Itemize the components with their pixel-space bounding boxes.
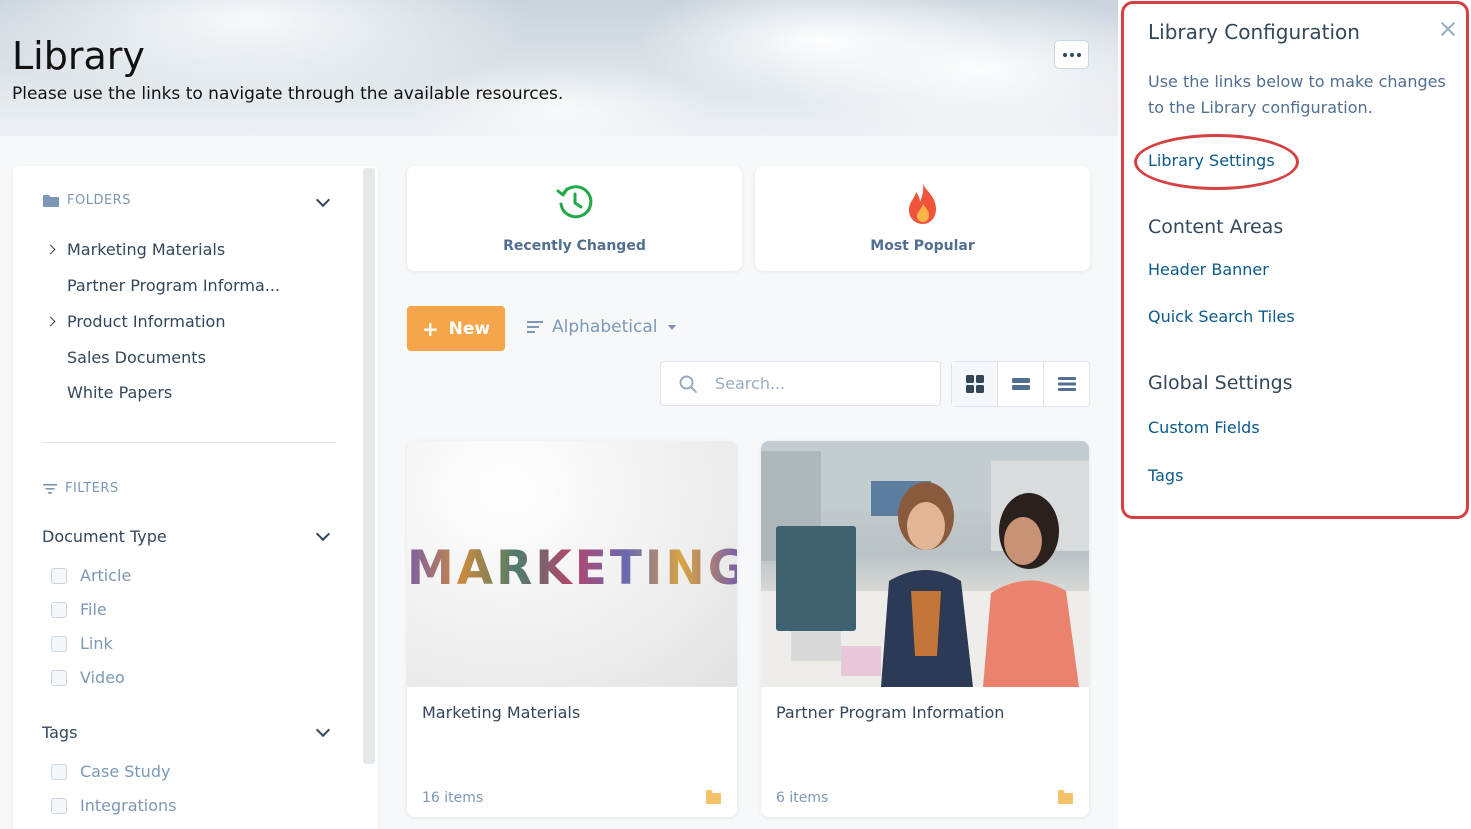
- folder-icon: [43, 194, 59, 207]
- tile-label: Most Popular: [870, 238, 975, 254]
- folder-item-white-papers[interactable]: White Papers: [67, 383, 172, 402]
- card-image-text: MARKETING: [407, 541, 737, 596]
- search-box[interactable]: [660, 361, 941, 406]
- search-icon: [679, 375, 697, 393]
- folders-heading-label: FOLDERS: [67, 193, 131, 208]
- filter-label: Integrations: [80, 796, 177, 815]
- folder-card-partner-program[interactable]: Partner Program Information 6 items: [761, 441, 1089, 817]
- sort-label: Alphabetical: [552, 317, 658, 337]
- library-settings-link[interactable]: Library Settings: [1148, 151, 1275, 170]
- chevron-down-icon[interactable]: [315, 526, 331, 542]
- checkbox[interactable]: [51, 567, 67, 584]
- filter-case-study[interactable]: Case Study: [51, 762, 170, 781]
- card-item-count: 16 items: [422, 790, 484, 806]
- checkbox[interactable]: [51, 797, 67, 814]
- chevron-right-icon[interactable]: [45, 316, 56, 327]
- filter-label: Case Study: [80, 762, 171, 781]
- card-title: Marketing Materials: [422, 703, 581, 722]
- filter-article[interactable]: Article: [51, 566, 131, 585]
- tags-heading[interactable]: Tags: [42, 723, 77, 742]
- sidebar-scrollbar[interactable]: [363, 168, 375, 764]
- filters-heading: FILTERS: [43, 481, 119, 496]
- more-dots-icon: [1076, 52, 1081, 57]
- history-clock-icon: [556, 185, 592, 219]
- caret-down-icon: [668, 324, 677, 330]
- filter-label: Video: [80, 668, 125, 687]
- checkbox[interactable]: [51, 669, 67, 686]
- card-title: Partner Program Information: [776, 703, 1005, 722]
- filter-label: File: [80, 600, 107, 619]
- new-button-label: New: [448, 318, 491, 339]
- filter-label: Link: [80, 634, 113, 653]
- chevron-down-icon[interactable]: [315, 722, 331, 738]
- tile-most-popular[interactable]: Most Popular: [755, 166, 1090, 271]
- sort-icon: [527, 321, 543, 333]
- folder-item-marketing-materials[interactable]: Marketing Materials: [67, 240, 225, 259]
- view-toggle-group: [951, 361, 1090, 407]
- sidebar: FOLDERS Marketing Materials Partner Prog…: [13, 166, 378, 829]
- custom-fields-link[interactable]: Custom Fields: [1148, 418, 1260, 437]
- more-options-button[interactable]: [1054, 40, 1089, 69]
- quick-search-tiles-link[interactable]: Quick Search Tiles: [1148, 307, 1295, 326]
- folder-item-partner-program[interactable]: Partner Program Informa...: [67, 276, 280, 295]
- page-subtitle: Please use the links to navigate through…: [12, 84, 564, 104]
- header-banner-link[interactable]: Header Banner: [1148, 260, 1269, 279]
- filter-icon: [43, 483, 57, 494]
- tile-recently-changed[interactable]: Recently Changed: [407, 166, 742, 271]
- folder-icon: [1058, 790, 1073, 804]
- flame-icon: [908, 184, 936, 224]
- checkbox[interactable]: [51, 763, 67, 780]
- filter-link[interactable]: Link: [51, 634, 113, 653]
- more-dots-icon: [1062, 52, 1067, 57]
- sort-dropdown[interactable]: Alphabetical: [527, 317, 677, 337]
- folder-item-product-information[interactable]: Product Information: [67, 312, 225, 331]
- folder-item-sales-documents[interactable]: Sales Documents: [67, 348, 206, 367]
- sidebar-divider: [42, 442, 336, 443]
- card-item-count: 6 items: [776, 790, 829, 806]
- new-button[interactable]: + New: [407, 306, 505, 351]
- config-panel-title: Library Configuration: [1148, 20, 1360, 44]
- filter-video[interactable]: Video: [51, 668, 125, 687]
- office-photo: [761, 441, 1089, 687]
- checkbox[interactable]: [51, 635, 67, 652]
- grid-view-button[interactable]: [952, 362, 998, 406]
- card-image: [761, 441, 1089, 687]
- list-view-icon: [1011, 378, 1030, 390]
- filters-heading-label: FILTERS: [65, 481, 119, 496]
- library-configuration-panel: Library Configuration Use the links belo…: [1121, 1, 1469, 519]
- chevron-right-icon[interactable]: [45, 244, 56, 255]
- compact-list-icon: [1057, 377, 1076, 391]
- folder-icon: [706, 790, 721, 804]
- plus-icon: +: [421, 316, 439, 341]
- close-icon[interactable]: [1439, 20, 1457, 38]
- list-view-button[interactable]: [998, 362, 1044, 406]
- content-areas-heading: Content Areas: [1148, 216, 1284, 238]
- tile-label: Recently Changed: [503, 238, 646, 254]
- checkbox[interactable]: [51, 601, 67, 618]
- config-panel-description: Use the links below to make changes to t…: [1148, 72, 1446, 117]
- grid-view-icon: [965, 375, 984, 393]
- filter-file[interactable]: File: [51, 600, 107, 619]
- document-type-heading[interactable]: Document Type: [42, 527, 167, 546]
- more-dots-icon: [1069, 52, 1074, 57]
- page-title: Library: [12, 34, 145, 78]
- folders-heading[interactable]: FOLDERS: [43, 193, 131, 208]
- header-banner: Library Please use the links to navigate…: [0, 0, 1118, 136]
- search-input[interactable]: [715, 374, 915, 393]
- folder-card-marketing[interactable]: MARKETING Marketing Materials 16 items: [407, 441, 737, 817]
- tags-link[interactable]: Tags: [1148, 466, 1183, 485]
- filter-integrations[interactable]: Integrations: [51, 796, 177, 815]
- filter-label: Article: [80, 566, 132, 585]
- card-image: MARKETING: [407, 441, 737, 687]
- global-settings-heading: Global Settings: [1148, 372, 1293, 394]
- chevron-down-icon[interactable]: [315, 192, 331, 208]
- compact-list-button[interactable]: [1044, 362, 1089, 406]
